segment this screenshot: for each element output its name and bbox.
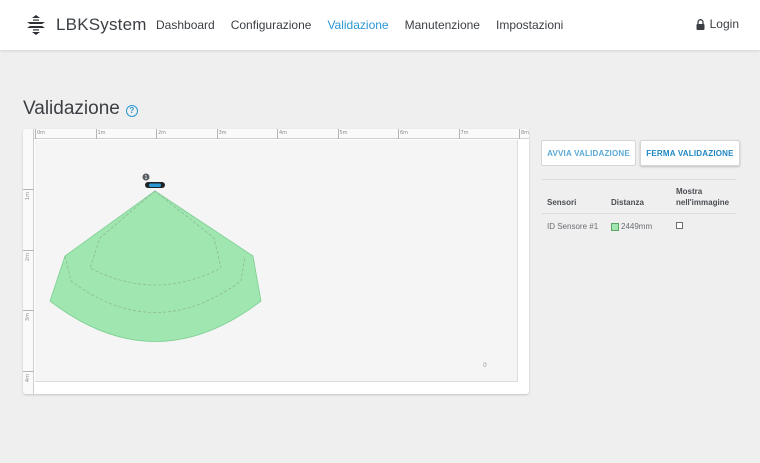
column-header-show-line2: nell'immagine — [676, 198, 730, 207]
stop-validation-button[interactable]: FERMA VALIDAZIONE — [640, 140, 740, 166]
column-header-distance: Distanza — [611, 198, 644, 207]
table-header-row: Sensori Distanza Mostra nell'immagine — [542, 180, 736, 214]
help-icon[interactable]: ? — [125, 104, 138, 117]
page-header: Validazione ? — [23, 98, 138, 120]
plot-area[interactable]: 1 — [35, 140, 518, 382]
sensor-number: 1 — [144, 175, 147, 181]
ruler-left-label: 1m — [25, 192, 31, 201]
main-nav: Dashboard Configurazione Validazione Man… — [148, 0, 571, 50]
brand[interactable]: LBKSystem — [24, 13, 147, 37]
ruler-top-tick: 3m — [216, 129, 227, 139]
start-validation-button[interactable]: AVVIA VALIDAZIONE — [541, 140, 636, 166]
ruler-top-tick: 5m — [337, 129, 348, 139]
ruler-top-tick: 8m — [519, 129, 529, 139]
distance-cell: 2449mm — [611, 222, 652, 231]
sensor-number-badge: 1 — [142, 173, 150, 181]
lbk-logo-icon — [27, 15, 45, 35]
ruler-top-tick: 4m — [277, 129, 287, 139]
ruler-left-label: 3m — [25, 313, 31, 322]
nav-item-dashboard[interactable]: Dashboard — [156, 18, 215, 32]
lock-icon — [696, 18, 705, 30]
show-in-image-cell — [676, 222, 683, 229]
ruler-left-tick: 2m — [23, 249, 34, 261]
nav-item-validazione[interactable]: Validazione — [327, 18, 388, 32]
brand-name: LBKSystem — [56, 15, 147, 34]
sensor-device[interactable] — [145, 182, 165, 188]
sensor-color-swatch — [611, 222, 619, 231]
nav-item-manutenzione[interactable]: Manutenzione — [405, 18, 480, 32]
ruler-top: 0m 1m 2m 3m 4m 5m 6m 7m 8m — [23, 129, 529, 139]
ruler-top-tick: 0m — [35, 129, 45, 139]
ruler-left-tick: 1m — [23, 189, 34, 200]
top-navbar: LBKSystem Dashboard Configurazione Valid… — [0, 0, 760, 50]
sensors-table: Sensori Distanza Mostra nell'immagine ID… — [542, 179, 736, 238]
column-header-show: Mostra nell'immagine — [676, 186, 729, 208]
detection-field-view: 1 — [49, 173, 262, 342]
distance-value: 2449mm — [621, 222, 653, 231]
login-button[interactable]: Login — [696, 17, 739, 31]
ruler-left-tick: 3m — [23, 310, 34, 321]
sensor-id-cell: ID Sensore #1 — [547, 222, 599, 231]
table-row: ID Sensore #1 2449mm — [542, 214, 736, 238]
corner-value: 0 — [483, 362, 487, 369]
column-header-sensor: Sensori — [547, 198, 577, 207]
nav-item-configurazione[interactable]: Configurazione — [231, 18, 312, 32]
ruler-left-label: 4m — [25, 373, 31, 382]
ruler-top-tick: 7m — [458, 129, 469, 139]
ruler-left: 1m 2m 3m 4m — [23, 129, 34, 394]
nav-item-impostazioni[interactable]: Impostazioni — [496, 18, 563, 32]
ruler-left-tick: 4m — [23, 370, 34, 382]
ruler-top-tick: 2m — [156, 129, 166, 139]
validation-canvas: 1 0m 1m 2m 3m 4m 5m 6m 7m 8m 1m 2m 3m 4m 0 — [23, 129, 529, 394]
show-in-image-checkbox[interactable] — [676, 222, 683, 229]
sensor-field-outer — [49, 190, 262, 342]
ruler-left-label: 2m — [25, 252, 31, 261]
ruler-top-tick: 6m — [398, 129, 408, 139]
column-header-show-line1: Mostra — [676, 187, 703, 196]
login-label: Login — [709, 17, 739, 31]
ruler-top-tick: 1m — [95, 129, 106, 139]
page-title: Validazione — [23, 98, 120, 119]
